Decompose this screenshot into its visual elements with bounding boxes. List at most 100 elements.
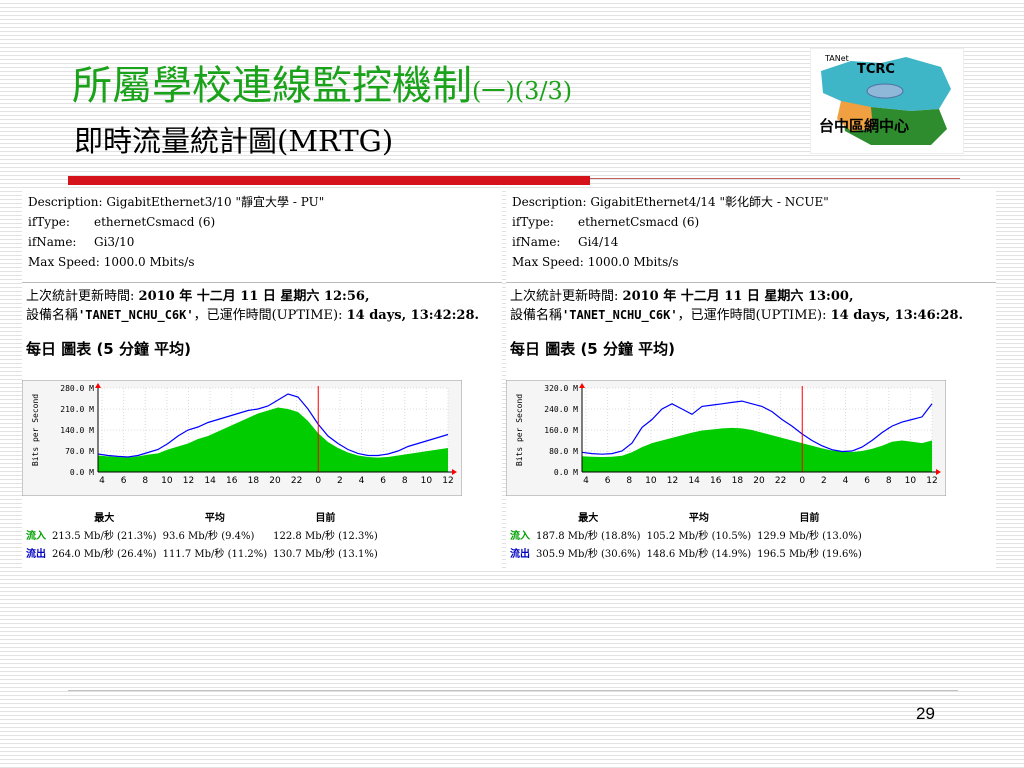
ifname-value: Gi4/14 <box>578 235 619 249</box>
chart-svg: 0.0 M 80.0 M 160.0 M 240.0 M 320.0 M 4 6 8 10 12 1… <box>505 379 947 497</box>
device-prefix: 設備名稱 <box>510 308 563 323</box>
in-avg: 105.2 Mb/秒 (10.5%) <box>646 531 752 542</box>
panel-divider <box>506 282 996 283</box>
y-tick-label: 80.0 M <box>549 447 578 456</box>
tcrc-logo: TANet TCRC 台中區網中心 <box>810 48 964 154</box>
y-tick-label: 0.0 M <box>554 468 578 477</box>
description-label: Description: <box>28 195 103 209</box>
maxspeed-value: 1000.0 Mbits/s <box>587 255 679 269</box>
update-time: 2010 年 十二月 11 日 星期六 13:00, <box>622 289 854 304</box>
x-tick-label: 22 <box>291 476 302 486</box>
x-tick-label: 8 <box>886 476 892 486</box>
x-tick-label: 20 <box>269 476 281 486</box>
update-info: 上次統計更新時間: 2010 年 十二月 11 日 星期六 12:56, 設備名… <box>26 288 479 325</box>
description-label: Description: <box>512 195 587 209</box>
logo-tanet-text: TANet <box>824 54 849 63</box>
out-max: 264.0 Mb/秒 (26.4%) <box>52 549 157 560</box>
maxspeed-label: Max Speed: <box>28 255 100 269</box>
y-tick-label: 140.0 M <box>60 426 94 435</box>
out-avg: 111.7 Mb/秒 (11.2%) <box>162 549 268 560</box>
stats-header-max: 最大 <box>578 513 599 524</box>
update-prefix: 上次統計更新時間: <box>26 289 135 304</box>
x-tick-label: 6 <box>121 476 127 486</box>
x-tick-label: 12 <box>667 476 678 486</box>
in-max: 213.5 Mb/秒 (21.3%) <box>52 531 157 542</box>
out-label: 流出 <box>510 549 530 560</box>
footer-rule <box>68 690 958 691</box>
y-tick-label: 70.0 M <box>65 447 94 456</box>
device-name: 'TANET_NCHU_C6K' <box>78 308 194 322</box>
ifname-label: ifName: <box>512 235 561 249</box>
ifname-label: ifName: <box>28 235 77 249</box>
y-tick-label: 0.0 M <box>70 468 94 477</box>
iftype-value: ethernetCsmacd (6) <box>94 215 216 229</box>
x-tick-label: 12 <box>442 476 453 486</box>
x-tick-label: 4 <box>583 476 589 486</box>
x-tick-label: 8 <box>626 476 632 486</box>
logo-tcrc-text: TCRC <box>857 62 895 77</box>
y-tick-label: 240.0 M <box>544 405 578 414</box>
interface-info: Description: GigabitEthernet3/10 "靜宜大學 -… <box>28 192 324 272</box>
update-time: 2010 年 十二月 11 日 星期六 12:56, <box>138 289 370 304</box>
in-current: 129.9 Mb/秒 (13.0%) <box>757 531 862 542</box>
y-tick-label: 210.0 M <box>60 405 94 414</box>
x-tick-label: 20 <box>753 476 765 486</box>
in-label: 流入 <box>510 531 530 542</box>
mrtg-chart-pu: 0.0 M 70.0 M 140.0 M 210.0 M 280.0 M 4 6 8 10 12 1… <box>21 379 463 497</box>
x-tick-label: 8 <box>142 476 148 486</box>
x-tick-label: 0 <box>315 476 321 486</box>
daily-chart-title: 每日 圖表 (5 分鐘 平均) <box>26 340 192 358</box>
daily-chart-title: 每日 圖表 (5 分鐘 平均) <box>510 340 676 358</box>
stats-table: 最大 平均 目前 流入 213.5 Mb/秒 (21.3%) 93.6 Mb/秒 (9.… <box>26 510 384 564</box>
x-tick-label: 0 <box>799 476 805 486</box>
interface-info: Description: GigabitEthernet4/14 "彰化師大 -… <box>512 192 829 272</box>
x-tick-label: 2 <box>337 476 343 486</box>
uptime-prefix: ，已運作時間(UPTIME): <box>677 308 827 323</box>
y-axis-label: Bits per Second <box>31 394 40 466</box>
y-axis-label: Bits per Second <box>515 394 524 466</box>
stats-header-current: 目前 <box>315 513 336 524</box>
mrtg-chart-ncue: 0.0 M 80.0 M 160.0 M 240.0 M 320.0 M 4 6 8 10 12 1… <box>505 379 947 497</box>
x-tick-label: 6 <box>864 476 870 486</box>
device-prefix: 設備名稱 <box>26 308 79 323</box>
tcrc-logo-graphic: TANet TCRC 台中區網中心 <box>819 54 951 145</box>
x-tick-label: 14 <box>688 476 700 486</box>
x-tick-label: 12 <box>183 476 194 486</box>
x-tick-label: 6 <box>380 476 386 486</box>
out-max: 305.9 Mb/秒 (30.6%) <box>536 549 641 560</box>
uptime-value: 14 days, 13:42:28. <box>346 308 480 323</box>
stats-header-max: 最大 <box>94 513 115 524</box>
mrtg-panel-ncue: Description: GigabitEthernet4/14 "彰化師大 -… <box>505 188 996 570</box>
slide-title: 所屬學校連線監控機制(一)(3/3) <box>72 63 573 109</box>
x-tick-label: 18 <box>732 476 744 486</box>
description-value: GigabitEthernet4/14 "彰化師大 - NCUE" <box>590 195 829 209</box>
x-tick-label: 4 <box>99 476 105 486</box>
iftype-label: ifType: <box>512 215 554 229</box>
stats-header-current: 目前 <box>799 513 820 524</box>
out-current: 130.7 Mb/秒 (13.1%) <box>273 549 378 560</box>
in-label: 流入 <box>26 531 46 542</box>
iftype-value: ethernetCsmacd (6) <box>578 215 700 229</box>
x-tick-label: 10 <box>905 476 917 486</box>
maxspeed-value: 1000.0 Mbits/s <box>103 255 195 269</box>
x-tick-label: 22 <box>775 476 786 486</box>
title-rule-thin <box>590 178 960 179</box>
device-name: 'TANET_NCHU_C6K' <box>562 308 678 322</box>
update-prefix: 上次統計更新時間: <box>510 289 619 304</box>
description-value: GigabitEthernet3/10 "靜宜大學 - PU" <box>106 195 325 209</box>
in-avg: 93.6 Mb/秒 (9.4%) <box>162 531 255 542</box>
y-tick-label: 160.0 M <box>544 426 578 435</box>
x-tick-label: 18 <box>248 476 260 486</box>
stats-header-avg: 平均 <box>688 513 709 524</box>
x-tick-label: 16 <box>710 476 722 486</box>
x-tick-label: 14 <box>204 476 216 486</box>
stats-header-avg: 平均 <box>204 513 225 524</box>
logo-caption-text: 台中區網中心 <box>819 117 909 135</box>
ifname-value: Gi3/10 <box>94 235 135 249</box>
out-label: 流出 <box>26 549 46 560</box>
x-tick-label: 16 <box>226 476 238 486</box>
stats-table: 最大 平均 目前 流入 187.8 Mb/秒 (18.8%) 105.2 Mb/秒 (1… <box>510 510 868 564</box>
x-tick-label: 4 <box>359 476 365 486</box>
update-info: 上次統計更新時間: 2010 年 十二月 11 日 星期六 13:00, 設備名… <box>510 288 963 325</box>
title-rule-red <box>68 176 590 185</box>
